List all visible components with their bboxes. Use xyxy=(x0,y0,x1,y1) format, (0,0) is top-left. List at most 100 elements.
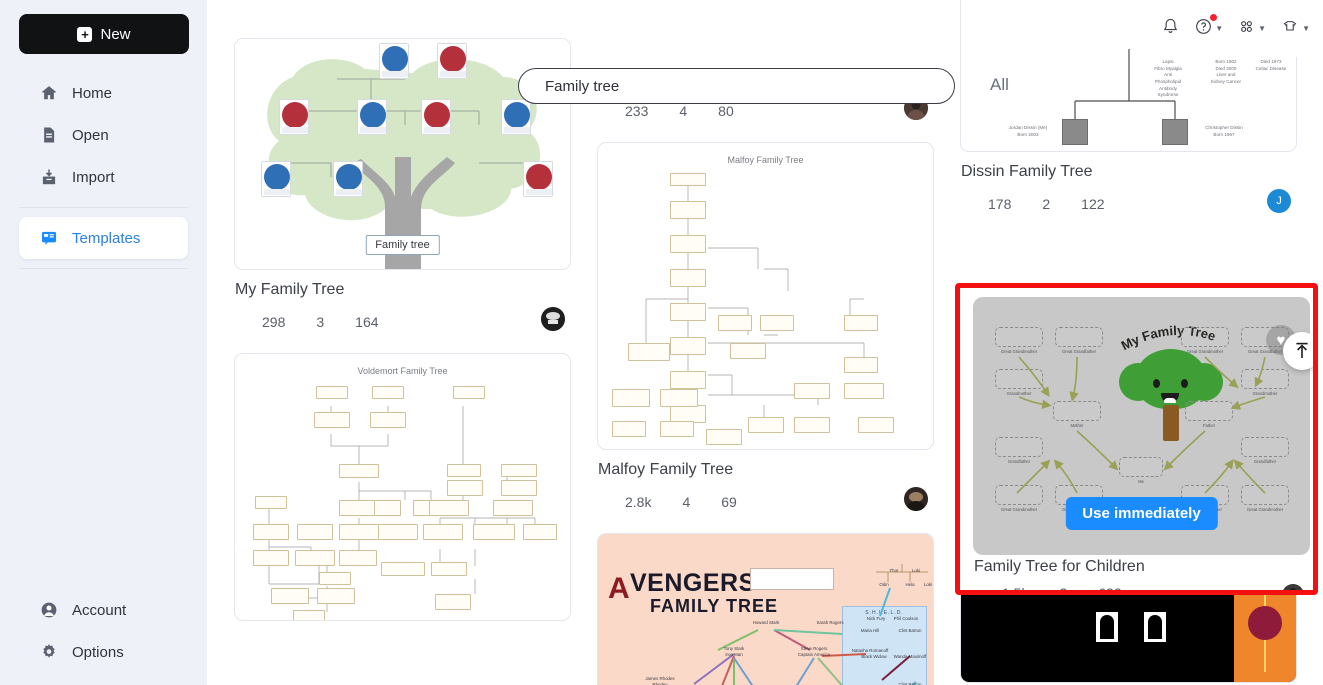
plus-icon: + xyxy=(77,26,93,42)
sidebar: + New Home Open Import Templates Account… xyxy=(0,0,207,685)
search-container: Family tree xyxy=(518,68,955,104)
node-label: Me xyxy=(1138,479,1144,484)
node-label: Lapsi Fibro Myalgia Anti Phospholipid An… xyxy=(1154,59,1182,98)
sidebar-divider-2 xyxy=(19,268,188,269)
svg-text:Howard Stark: Howard Stark xyxy=(753,620,780,625)
stat-views: 298 xyxy=(262,314,286,330)
sidebar-footer-nav: Account Options xyxy=(0,589,207,673)
node-label: Died 1973 Celiac Disease xyxy=(1255,59,1287,71)
node-box xyxy=(995,485,1043,505)
sidebar-item-templates[interactable]: Templates xyxy=(19,217,188,259)
notification-button[interactable] xyxy=(1156,13,1185,45)
stat-views: 1.5k xyxy=(1002,585,1029,595)
svg-text:James Rhodes: James Rhodes xyxy=(645,676,675,681)
template-card-avengers[interactable]: A VENGERS FAMILY TREE S.H.I.E.L.D. Howar… xyxy=(597,533,934,685)
card-title: Malfoy Family Tree xyxy=(598,461,734,478)
tree-eye-left xyxy=(1153,379,1160,388)
sidebar-item-options[interactable]: Options xyxy=(19,631,188,673)
node-box xyxy=(1241,369,1289,389)
filter-all[interactable]: All xyxy=(990,75,1009,95)
node-box xyxy=(1185,401,1233,421)
avatar[interactable] xyxy=(541,307,565,331)
card-title: My Family Tree xyxy=(235,281,345,298)
sidebar-nav: Home Open Import Templates xyxy=(0,72,207,278)
card-title: Dissin Family Tree xyxy=(961,163,1093,180)
templates-icon xyxy=(40,229,58,247)
template-card-malfoy[interactable]: Malfoy Family Tree Malfoy Family Tree 2.… xyxy=(597,142,934,515)
sidebar-item-open[interactable]: Open xyxy=(19,114,188,156)
node-label: Grandfather xyxy=(1253,459,1277,464)
sidebar-item-account[interactable]: Account xyxy=(19,589,188,631)
svg-text:Tony Stark: Tony Stark xyxy=(724,646,746,651)
stat-likes: 633 xyxy=(1098,585,1122,595)
svg-text:Nick Fury: Nick Fury xyxy=(867,616,886,621)
export-icon[interactable] xyxy=(1283,332,1313,370)
bell-icon xyxy=(1161,17,1180,41)
node-box xyxy=(1055,327,1103,347)
template-thumbnail[interactable]: Malfoy Family Tree xyxy=(597,142,934,450)
svg-text:Phil Coulson: Phil Coulson xyxy=(894,616,919,621)
stat-likes: 69 xyxy=(721,494,737,510)
sidebar-item-home[interactable]: Home xyxy=(19,72,188,114)
card-title: Family Tree for Children xyxy=(974,558,1145,575)
template-thumbnail[interactable]: A VENGERS FAMILY TREE S.H.I.E.L.D. Howar… xyxy=(597,533,934,685)
card-stats: 178 2 122 J xyxy=(960,189,1297,217)
node-box xyxy=(995,369,1043,389)
card-stats: 298 3 164 xyxy=(234,307,571,335)
stat-comments: 3 xyxy=(1059,585,1068,595)
stat-views: 2.8k xyxy=(625,494,652,510)
silhouette-icon xyxy=(1096,612,1118,642)
avatar-initial: J xyxy=(1276,195,1282,207)
avengers-connectors: Howard Stark Sarah Rogers Tony StarkIron … xyxy=(645,564,932,685)
tree-eye-right xyxy=(1181,379,1188,388)
stat-comments: 3 xyxy=(316,314,325,330)
gear-icon xyxy=(40,643,58,661)
node-label: Great Grandmother xyxy=(1186,349,1224,354)
search-input[interactable]: Family tree xyxy=(518,68,955,104)
tree-trunk-icon xyxy=(1163,405,1179,441)
theme-button[interactable]: ▼ xyxy=(1275,12,1315,45)
help-button[interactable]: ▼ xyxy=(1189,13,1228,45)
sidebar-item-import-label: Import xyxy=(72,168,115,186)
template-thumbnail[interactable]: My Family Tree Great Grandmother Great G… xyxy=(973,297,1310,555)
apps-button[interactable]: ▼ xyxy=(1232,13,1271,45)
stat-likes: 122 xyxy=(1081,196,1105,212)
node-label: Born 1902 Died 2000 Liver and Kidney Can… xyxy=(1210,59,1242,84)
avatar[interactable]: J xyxy=(1267,189,1291,213)
svg-text:Wanda Maximoff: Wanda Maximoff xyxy=(894,654,927,659)
template-column-1: Family tree My Family Tree 298 3 164 Vol… xyxy=(234,38,571,685)
stat-comments: 2 xyxy=(1042,196,1051,212)
avatar[interactable] xyxy=(904,487,928,511)
chevron-down-icon: ▼ xyxy=(1302,23,1310,33)
document-icon xyxy=(40,126,58,144)
main-content: Family tree My Family Tree 298 3 164 Vol… xyxy=(207,0,1323,685)
stat-likes: 164 xyxy=(355,314,379,330)
node-label: Christopher Dissin Born 1967 xyxy=(1205,125,1243,137)
home-icon xyxy=(40,84,58,102)
template-card-voldemort[interactable]: Voldemort Family Tree xyxy=(234,353,571,621)
account-icon xyxy=(40,601,58,619)
avatar[interactable] xyxy=(1282,584,1304,590)
svg-text:Captain America: Captain America xyxy=(798,652,831,657)
new-button[interactable]: + New xyxy=(19,14,189,54)
svg-text:Hela: Hela xyxy=(905,582,915,587)
stat-views: 178 xyxy=(988,196,1012,212)
template-card-family-tree-for-children[interactable]: My Family Tree Great Grandmother Great G… xyxy=(955,283,1318,595)
template-thumbnail[interactable]: Voldemort Family Tree xyxy=(234,353,571,621)
chevron-down-icon: ▼ xyxy=(1215,23,1224,33)
theme-shirt-icon xyxy=(1280,16,1300,41)
chevron-down-icon: ▼ xyxy=(1258,23,1267,33)
template-card-top-middle[interactable]: 233 4 80 xyxy=(597,0,934,124)
notification-badge xyxy=(1210,13,1218,21)
node-box xyxy=(1119,457,1163,477)
apps-grid-icon xyxy=(1237,17,1256,41)
node-label: Grandmother xyxy=(1252,391,1278,396)
svg-text:Loki: Loki xyxy=(912,568,920,573)
sidebar-item-import[interactable]: Import xyxy=(19,156,188,198)
use-immediately-button[interactable]: Use immediately xyxy=(1065,497,1218,530)
svg-text:Steve Rogers: Steve Rogers xyxy=(801,646,828,651)
node-label: Great Grandmother xyxy=(1246,507,1284,512)
avengers-art: A VENGERS FAMILY TREE S.H.I.E.L.D. Howar… xyxy=(598,534,933,685)
node-label: Grandmother xyxy=(1006,391,1032,396)
sun-icon xyxy=(1248,606,1282,640)
